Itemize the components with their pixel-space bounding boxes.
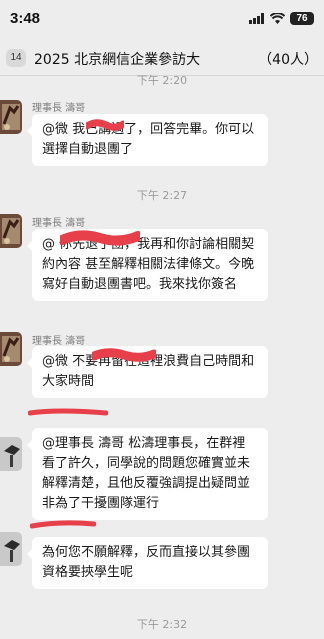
status-icons: 76 — [249, 12, 314, 25]
status-bar: 3:48 76 — [0, 0, 324, 40]
timestamp: 下午 2:32 — [136, 618, 188, 631]
avatar[interactable] — [0, 532, 22, 566]
message-bubble[interactable]: 為何您不願解釋，反而直接以其參團資格要挾學生呢 — [27, 537, 268, 589]
chat-title-text: 2025 北京網信企業參訪大 — [34, 52, 201, 68]
sender-name: 理事長 濤哥 — [32, 336, 86, 347]
timestamp: 下午 2:27 — [136, 189, 188, 202]
back-button[interactable]: 14 — [6, 49, 26, 67]
timestamp: 下午 2:20 — [136, 74, 188, 87]
message-text: 為何您不願解釋，反而直接以其參團資格要挾學生呢 — [42, 545, 251, 580]
redaction-mark — [60, 230, 140, 246]
message-bubble[interactable]: @理事長 濤哥 松濤理事長，在群裡看了許久，同學說的問題您確實並未解釋清楚，且他… — [27, 428, 268, 520]
avatar[interactable] — [0, 214, 22, 248]
redaction-mark — [28, 408, 108, 416]
status-time: 3:48 — [10, 10, 41, 27]
avatar[interactable] — [0, 437, 22, 471]
sender-name: 理事長 濤哥 — [32, 218, 86, 229]
message-bubble[interactable]: @微 我已講過了，回答完畢。你可以選擇自動退團了 — [27, 114, 268, 166]
battery-icon: 76 — [290, 12, 314, 25]
signal-icon — [249, 13, 264, 24]
message-text: @微 我已講過了，回答完畢。你可以選擇自動退團了 — [42, 122, 255, 157]
chat-header: 14 2025 北京網信企業參訪大 （40人） — [0, 40, 324, 76]
member-count: （40人） — [258, 52, 318, 68]
redaction-mark — [86, 119, 124, 131]
sender-name: 理事長 濤哥 — [32, 103, 86, 114]
redaction-mark — [30, 520, 96, 529]
avatar[interactable] — [0, 332, 22, 366]
wifi-icon — [270, 13, 285, 24]
redaction-mark — [92, 348, 156, 362]
avatar[interactable] — [0, 100, 22, 134]
message-text: @理事長 濤哥 松濤理事長，在群裡看了許久，同學說的問題您確實並未解釋清楚，且他… — [42, 436, 251, 511]
